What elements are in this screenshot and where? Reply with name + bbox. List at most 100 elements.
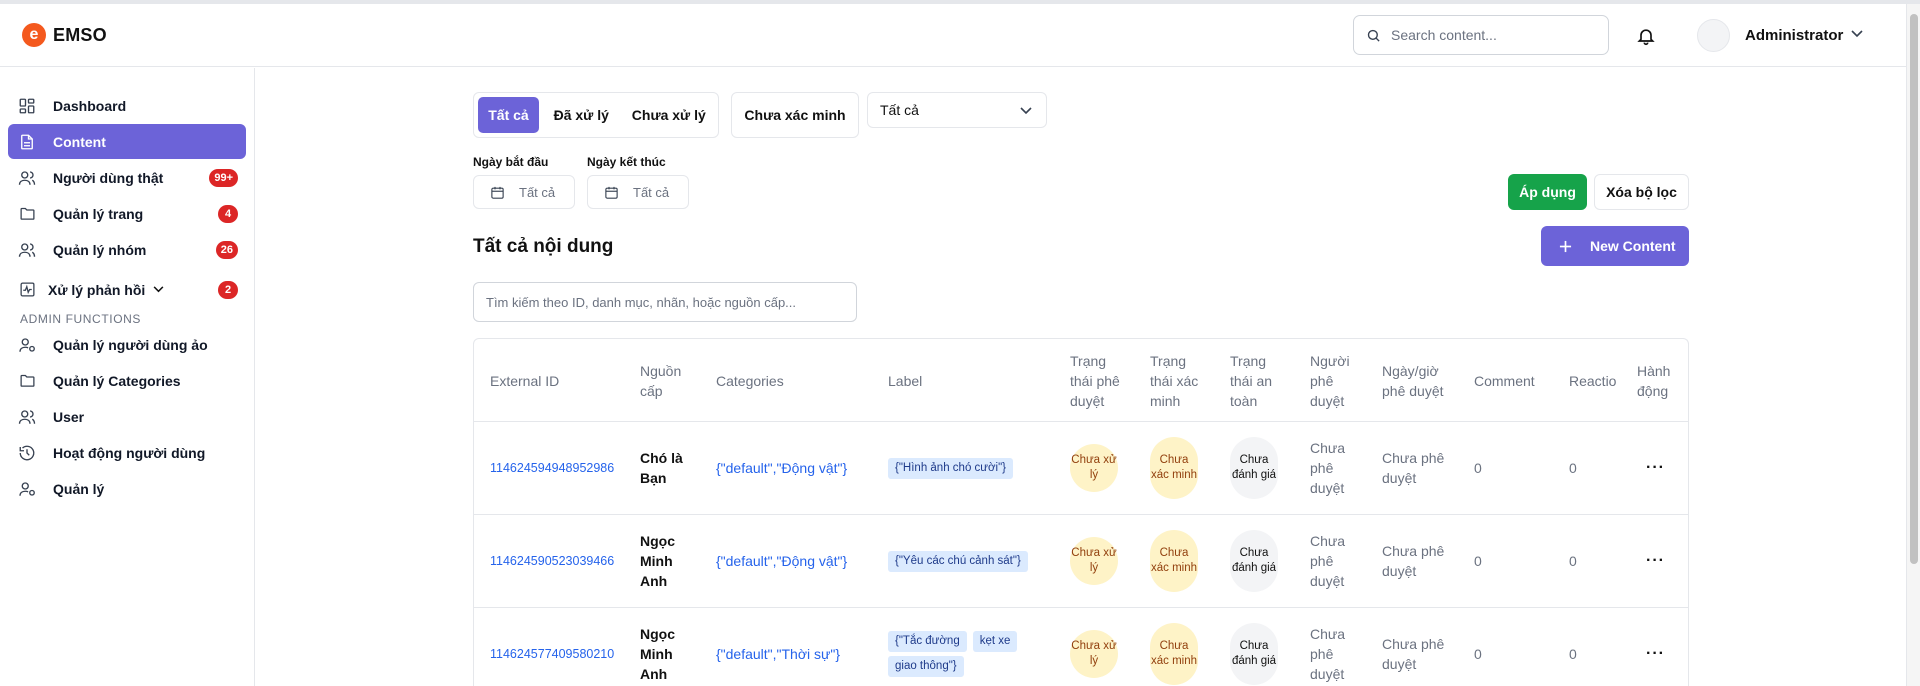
dashboard-icon <box>16 95 38 117</box>
approval-time-cell: Chưa phê duyệt <box>1382 543 1445 579</box>
sidebar-item-label: Hoạt động người dùng <box>53 444 206 461</box>
approval-status-cell: Chưa xử lý <box>1070 608 1118 686</box>
folder-icon <box>16 203 38 225</box>
column-header-comment[interactable]: Comment <box>1474 339 1554 422</box>
more-actions-icon[interactable]: ··· <box>1646 515 1665 607</box>
sidebar-item-virtual-users[interactable]: Quản lý người dùng ảo <box>8 327 246 362</box>
new-content-button[interactable]: New Content <box>1541 226 1689 266</box>
chevron-down-icon[interactable] <box>1851 30 1863 38</box>
column-header-verification-status[interactable]: Trạng thái xác minh <box>1150 339 1202 422</box>
verification-status-cell: Chưa xác minh <box>1150 515 1198 607</box>
categories-cell: {"default","Động vật"} <box>716 460 848 476</box>
header-search[interactable] <box>1353 15 1609 55</box>
safety-status-cell: Chưa đánh giá <box>1230 422 1278 514</box>
chevron-down-icon <box>1020 107 1032 115</box>
reaction-count: 0 <box>1569 460 1577 476</box>
approver-cell: Chưa phê duyệt <box>1310 440 1346 496</box>
safety-status-cell: Chưa đánh giá <box>1230 608 1278 686</box>
apply-filter-button[interactable]: Áp dụng <box>1508 174 1587 210</box>
sidebar-item-content[interactable]: Content <box>8 124 246 159</box>
sidebar-item-label: Quản lý nhóm <box>53 241 147 258</box>
tab-all[interactable]: Tất cả <box>478 97 539 133</box>
calendar-icon <box>491 186 504 199</box>
sidebar-item-user-activity[interactable]: Hoạt động người dùng <box>8 435 246 470</box>
status-badge: Chưa đánh giá <box>1230 437 1278 499</box>
tab-unprocessed[interactable]: Chưa xử lý <box>624 97 714 133</box>
filter-select[interactable]: Tất cả <box>867 92 1047 128</box>
calendar-icon <box>605 186 618 199</box>
sidebar-item-page-management[interactable]: Quản lý trang 4 <box>8 196 246 231</box>
tab-processed[interactable]: Đã xử lý <box>541 97 622 133</box>
document-icon <box>16 131 38 153</box>
approval-time-cell: Chưa phê duyệt <box>1382 450 1445 486</box>
start-date-value: Tất cả <box>519 184 556 200</box>
logo[interactable]: e EMSO <box>22 23 107 47</box>
folder-icon <box>16 370 38 392</box>
table-row[interactable]: 114624577409580210 Ngọc Minh Anh {"defau… <box>474 608 1688 686</box>
filter-select-value: Tất cả <box>880 102 919 118</box>
chevron-down-icon <box>153 286 164 293</box>
scrollbar-thumb[interactable] <box>1910 14 1918 564</box>
avatar[interactable] <box>1697 19 1730 52</box>
clear-filter-button[interactable]: Xóa bộ lọc <box>1594 174 1689 210</box>
status-badge: Chưa xử lý <box>1070 630 1118 678</box>
header-search-input[interactable] <box>1391 27 1591 43</box>
table-row[interactable]: 114624594948952986 Chó là Bạn {"default"… <box>474 422 1688 515</box>
plus-icon <box>1559 240 1572 252</box>
categories-cell: {"default","Động vật"} <box>716 553 848 569</box>
label-chip: {"Tắc đường <box>888 631 967 652</box>
user-name[interactable]: Administrator <box>1745 27 1843 44</box>
users-icon <box>16 239 38 261</box>
table-search-input[interactable] <box>473 282 857 322</box>
status-badge: Chưa xác minh <box>1150 530 1198 592</box>
column-header-approval-time[interactable]: Ngày/giờ phê duyệt <box>1382 339 1454 422</box>
unverified-filter-button[interactable]: Chưa xác minh <box>731 92 859 138</box>
sidebar-item-label: Quản lý người dùng ảo <box>53 336 208 353</box>
external-id-link[interactable]: 114624590523039466 <box>490 515 614 607</box>
label-chip: kẹt xe <box>972 631 1018 652</box>
admin-functions-heading: ADMIN FUNCTIONS <box>20 312 141 326</box>
vertical-scrollbar[interactable] <box>1906 4 1920 686</box>
sidebar-item-user[interactable]: User <box>8 399 246 434</box>
column-header-safety-status[interactable]: Trạng thái an toàn <box>1230 339 1286 422</box>
logo-text: EMSO <box>53 24 107 45</box>
end-date-input[interactable]: Tất cả <box>587 175 689 209</box>
sidebar-item-categories[interactable]: Quản lý Categories <box>8 363 246 398</box>
column-header-reaction[interactable]: Reactio <box>1569 339 1629 422</box>
end-date-value: Tất cả <box>633 184 670 200</box>
table-row[interactable]: 114624590523039466 Ngọc Minh Anh {"defau… <box>474 515 1688 608</box>
source-cell: Ngọc Minh Anh <box>640 533 675 589</box>
sidebar-item-real-users[interactable]: Người dùng thật 99+ <box>8 160 246 195</box>
comment-count: 0 <box>1474 553 1482 569</box>
more-actions-icon[interactable]: ··· <box>1646 608 1665 686</box>
column-header-categories[interactable]: Categories <box>716 339 836 422</box>
source-cell: Ngọc Minh Anh <box>640 626 675 682</box>
sidebar-item-feedback[interactable]: Xử lý phản hồi 2 <box>8 272 246 307</box>
more-actions-icon[interactable]: ··· <box>1646 422 1665 514</box>
bell-icon[interactable] <box>1636 26 1656 46</box>
approval-time-cell: Chưa phê duyệt <box>1382 636 1445 672</box>
history-icon <box>16 442 38 464</box>
approval-status-cell: Chưa xử lý <box>1070 515 1118 607</box>
sidebar-item-label: Dashboard <box>53 97 127 114</box>
external-id-link[interactable]: 114624594948952986 <box>490 422 614 514</box>
external-id-link[interactable]: 114624577409580210 <box>490 608 614 686</box>
source-cell: Chó là Bạn <box>640 450 683 486</box>
start-date-input[interactable]: Tất cả <box>473 175 575 209</box>
label-cell: {"Tắc đường kẹt xe giao thông"} <box>888 608 1028 686</box>
sidebar-item-manage[interactable]: Quản lý <box>8 471 246 506</box>
sidebar-item-group-management[interactable]: Quản lý nhóm 26 <box>8 232 246 267</box>
top-header: e EMSO Administrator <box>0 4 1906 67</box>
categories-cell: {"default","Thời sự"} <box>716 646 841 662</box>
column-header-approval-status[interactable]: Trạng thái phê duyệt <box>1070 339 1122 422</box>
column-header-action[interactable]: Hành động <box>1637 339 1681 422</box>
column-header-label[interactable]: Label <box>888 339 988 422</box>
column-header-approver[interactable]: Người phê duyệt <box>1310 339 1362 422</box>
column-header-source[interactable]: Nguồn cấp <box>640 339 694 422</box>
page-title: Tất cả nội dung <box>473 236 614 257</box>
new-content-label: New Content <box>1590 238 1676 254</box>
sidebar-item-dashboard[interactable]: Dashboard <box>8 88 246 123</box>
users-icon <box>16 406 38 428</box>
logo-icon: e <box>22 23 46 47</box>
column-header-external-id[interactable]: External ID <box>490 339 610 422</box>
